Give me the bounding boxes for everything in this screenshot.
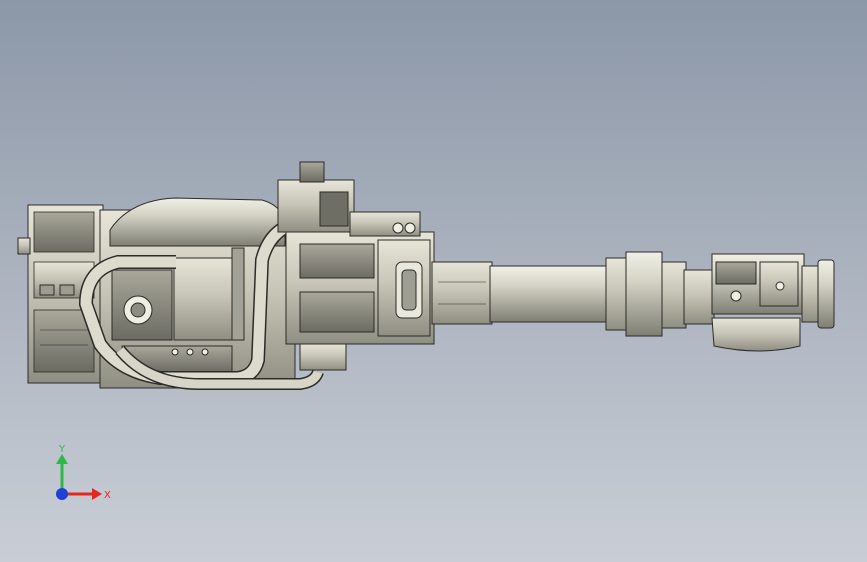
robot-arm-model[interactable] [0,0,867,562]
cad-viewport[interactable]: Y X [0,0,867,562]
wrist-assembly [683,253,835,352]
forearm-tube [431,251,687,337]
x-axis-arrow [92,488,102,500]
elbow-joint [285,211,435,371]
y-axis-arrow [56,454,68,464]
top-motor [277,161,355,233]
z-axis-dot [56,488,68,500]
x-axis-label: X [104,490,111,501]
top-hood [109,197,286,247]
y-axis-label: Y [58,444,66,455]
orientation-triad: Y X [56,444,111,501]
